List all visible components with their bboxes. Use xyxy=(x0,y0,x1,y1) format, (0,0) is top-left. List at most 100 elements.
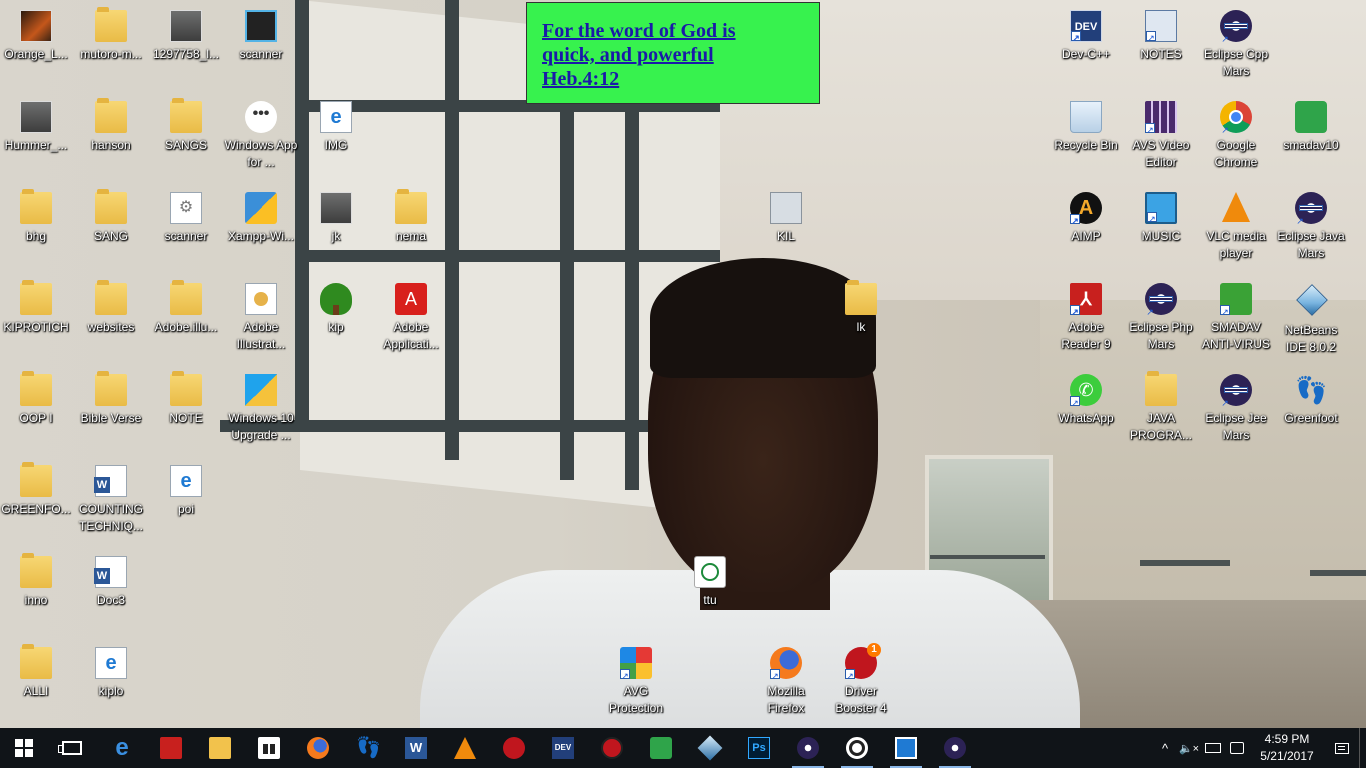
desktop-icon-orange[interactable]: Orange_L... xyxy=(0,10,74,63)
desktop-icon-devcpp[interactable]: DEV Dev-C++ xyxy=(1048,10,1124,63)
volume-button[interactable]: 🔈× xyxy=(1177,728,1201,768)
desktop-icon-kiprotich[interactable]: KIPROTICH xyxy=(0,280,74,336)
taskbar-edge[interactable]: e xyxy=(98,728,146,768)
desktop-icon-greenfo[interactable]: GREENFO... xyxy=(0,462,74,518)
desktop-icon-sang[interactable]: SANG xyxy=(73,189,149,245)
desktop-icon-lk[interactable]: lk xyxy=(823,280,899,336)
desktop-icon-netbeans[interactable]: NetBeans IDE 8.0.2 xyxy=(1273,283,1349,356)
desktop-icon-nema[interactable]: nema xyxy=(373,189,449,245)
desktop-icon-label: Xampp-Wi... xyxy=(227,229,294,243)
desktop-icon-label: NetBeans IDE 8.0.2 xyxy=(1284,323,1338,354)
network-button[interactable] xyxy=(1225,728,1249,768)
recycle-bin-icon xyxy=(1070,101,1102,133)
desktop-icon-jk[interactable]: jk xyxy=(298,192,374,245)
desktop-icon-doc3[interactable]: W Doc3 xyxy=(73,556,149,609)
desktop-icon-kil[interactable]: KIL xyxy=(748,192,824,245)
desktop-icon-adobe-applications[interactable]: A Adobe Applicati... xyxy=(373,283,449,353)
battery-button[interactable] xyxy=(1201,728,1225,768)
start-button[interactable] xyxy=(0,728,48,768)
desktop-icon-sangs[interactable]: SANGS xyxy=(148,98,224,154)
desktop-icon-bible-verse[interactable]: Bible Verse xyxy=(73,371,149,427)
desktop-icon-label: hanson xyxy=(91,138,131,152)
taskbar-eclipse[interactable] xyxy=(784,728,832,768)
ttu-logo-icon xyxy=(694,556,726,588)
desktop-icon-adobe-reader[interactable]: ⅄Adobe Reader 9 xyxy=(1048,283,1124,353)
volume-muted-icon: 🔈× xyxy=(1178,742,1200,755)
desktop-icon-hummer[interactable]: Hummer_... xyxy=(0,101,74,154)
driver-booster-icon: 1 xyxy=(845,643,881,681)
desktop-icon-smadav10[interactable]: smadav10 xyxy=(1273,101,1349,154)
desktop-icon-eclipse-php[interactable]: Eclipse Php Mars xyxy=(1123,283,1199,353)
desktop-icon-ttu[interactable]: ttu xyxy=(672,556,748,609)
desktop-icon-kiplo[interactable]: e kiplo xyxy=(73,647,149,700)
desktop-icon-vlc[interactable]: VLC media player xyxy=(1198,192,1274,262)
desktop-icon-eclipse-jee[interactable]: Eclipse Jee Mars xyxy=(1198,374,1274,444)
taskbar-acrobat[interactable] xyxy=(147,728,195,768)
desktop-icon-whatsapp[interactable]: ✆ WhatsApp xyxy=(1048,374,1124,427)
desktop-icon-windows-app[interactable]: ••• Windows App for ... xyxy=(223,101,299,171)
desktop-icon-chrome[interactable]: Google Chrome xyxy=(1198,101,1274,171)
desktop-icon-java-progra[interactable]: JAVA PROGRA... xyxy=(1123,371,1199,444)
eclipse-icon xyxy=(1145,283,1177,317)
eclipse-icon xyxy=(1295,192,1327,226)
desktop-icon-win10-upgrade[interactable]: Windows 10 Upgrade ... xyxy=(223,374,299,444)
desktop-icon-scanner-shortcut[interactable]: scanner xyxy=(223,10,299,63)
taskbar-driver-genius[interactable] xyxy=(588,728,636,768)
taskbar-smadav[interactable] xyxy=(637,728,685,768)
taskbar-firefox[interactable] xyxy=(294,728,342,768)
desktop-icon-recycle-bin[interactable]: Recycle Bin xyxy=(1048,101,1124,154)
taskbar-file-explorer[interactable] xyxy=(196,728,244,768)
folder-icon xyxy=(20,371,52,406)
desktop-icon-eclipse-cpp[interactable]: Eclipse Cpp Mars xyxy=(1198,10,1274,80)
desktop-icon-hanson[interactable]: hanson xyxy=(73,98,149,154)
taskbar-store[interactable] xyxy=(245,728,293,768)
taskbar-photoshop[interactable]: Ps xyxy=(735,728,783,768)
desktop-icon-websites[interactable]: websites xyxy=(73,280,149,336)
desktop-icon-poi[interactable]: e poi xyxy=(148,465,224,518)
clock[interactable]: 4:59 PM 5/21/2017 xyxy=(1249,731,1325,765)
image-file-icon xyxy=(170,10,202,42)
desktop-icon-bhg[interactable]: bhg xyxy=(0,189,74,245)
desktop-icon-mutoro[interactable]: mutoro-m... xyxy=(73,7,149,63)
show-hidden-icons-button[interactable]: ^ xyxy=(1153,728,1177,768)
desktop-icon-firefox[interactable]: Mozilla Firefox xyxy=(748,647,824,717)
desktop-icon-scanner[interactable]: ⚙ scanner xyxy=(148,192,224,245)
desktop-icon-smadav-antivirus[interactable]: SMADAV ANTI-VIRUS xyxy=(1198,283,1274,353)
desktop-icon-img[interactable]: e IMG xyxy=(298,101,374,154)
desktop-icon-adobe-illu[interactable]: Adobe.illu... xyxy=(148,280,224,336)
folder-icon xyxy=(20,189,52,224)
taskbar-word[interactable]: W xyxy=(392,728,440,768)
desktop-icon-notes[interactable]: NOTES xyxy=(1123,10,1199,63)
taskbar-greenfoot[interactable]: 👣 xyxy=(343,728,391,768)
desktop-icon-oop[interactable]: OOP I xyxy=(0,371,74,427)
desktop-icon-adobe-illustrator[interactable]: Adobe Illustrat... xyxy=(223,283,299,353)
desktop-icon-driver-booster[interactable]: 1 Driver Booster 4 xyxy=(823,643,899,717)
desktop-icon-kip[interactable]: kip xyxy=(298,283,374,336)
desktop-icon-greenfoot[interactable]: 👣 Greenfoot xyxy=(1273,374,1349,427)
taskbar-whatsapp[interactable] xyxy=(833,728,881,768)
desktop-icon-alli[interactable]: ALLI xyxy=(0,644,74,700)
desktop-icon-label: Eclipse Java Mars xyxy=(1277,229,1345,260)
desktop-icon-note[interactable]: NOTE xyxy=(148,371,224,427)
taskbar-vlc[interactable] xyxy=(441,728,489,768)
desktop-icon-counting[interactable]: W COUNTING TECHNIQ... xyxy=(73,465,149,535)
desktop-icon-1297758[interactable]: 1297758_l... xyxy=(148,10,224,63)
taskbar-window-app[interactable] xyxy=(882,728,930,768)
desktop-icon-label: COUNTING TECHNIQ... xyxy=(78,502,143,533)
taskbar-devcpp[interactable]: DEV xyxy=(539,728,587,768)
desktop-icon-aimp[interactable]: A AIMP xyxy=(1048,192,1124,245)
show-desktop-button[interactable] xyxy=(1359,728,1366,768)
desktop-icon-music[interactable]: MUSIC xyxy=(1123,192,1199,245)
taskbar-driver-booster[interactable] xyxy=(490,728,538,768)
task-view-button[interactable] xyxy=(48,728,96,768)
taskbar-eclipse-2[interactable] xyxy=(931,728,979,768)
smadav-check-icon xyxy=(1220,283,1252,317)
desktop-icon-avs[interactable]: AVS Video Editor xyxy=(1123,101,1199,171)
desktop-icon-eclipse-java[interactable]: Eclipse Java Mars xyxy=(1273,192,1349,262)
action-center-button[interactable] xyxy=(1325,728,1359,768)
desktop-icon-inno[interactable]: inno xyxy=(0,553,74,609)
desktop-icon-avg[interactable]: AVG Protection xyxy=(598,647,674,717)
desktop-icon-label: NOTES xyxy=(1140,47,1182,61)
desktop-icon-xampp[interactable]: Xampp-Wi... xyxy=(223,192,299,245)
taskbar-netbeans[interactable] xyxy=(686,728,734,768)
